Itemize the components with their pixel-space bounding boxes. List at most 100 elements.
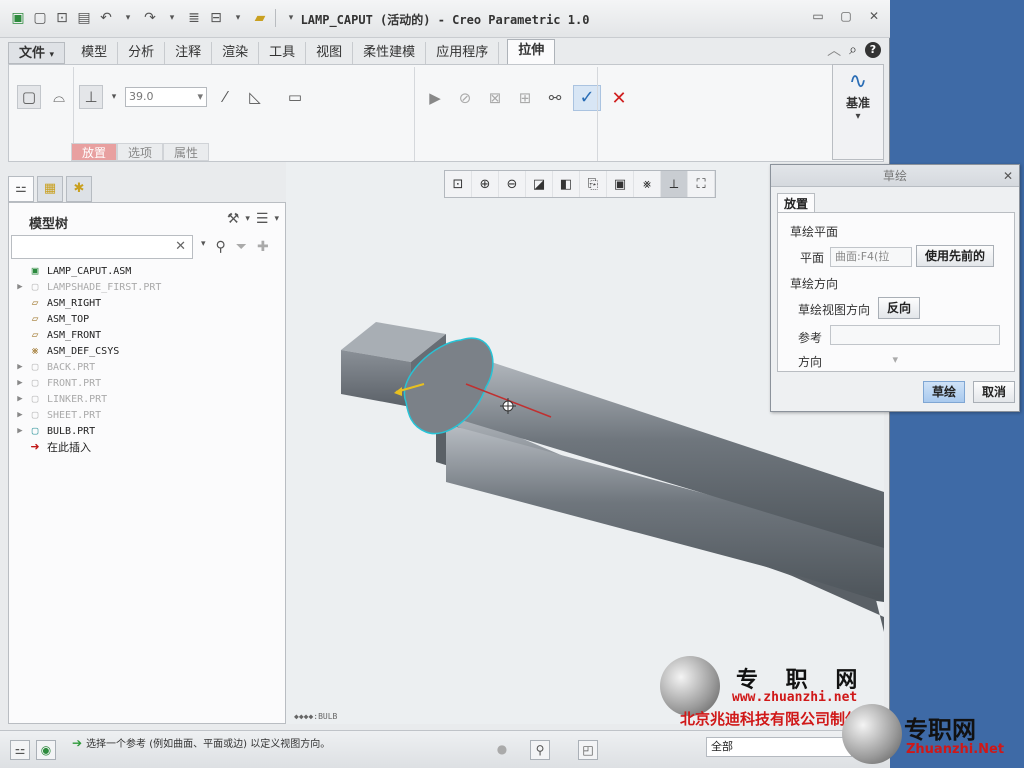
tab-placement[interactable]: 放置 [777, 193, 816, 213]
saved-orientations-icon[interactable]: ⎘ [580, 171, 607, 197]
tab-file[interactable]: 文件 ▾ [8, 42, 66, 64]
tree-filters-icon[interactable]: ☰ [256, 211, 269, 227]
sketch-ok-button[interactable]: 草绘 [923, 381, 966, 403]
subtab-placement[interactable]: 放置 [71, 143, 118, 161]
refit-icon[interactable]: ⊡ [445, 171, 472, 197]
tab-render[interactable]: 渲染 [212, 42, 260, 64]
reference-field[interactable] [830, 325, 1000, 345]
annotation-display-icon[interactable]: ⛶ [688, 171, 715, 197]
cancel-x-icon[interactable]: ✕ [607, 88, 631, 109]
depth-option-icon[interactable]: ⊥ [79, 85, 103, 109]
binoculars-icon[interactable]: ⚲ [216, 239, 226, 255]
orientation-select[interactable]: ▾ [830, 351, 900, 371]
glasses-icon[interactable]: ⚯ [543, 86, 567, 110]
subtab-options[interactable]: 选项 [117, 143, 164, 161]
collapse-ribbon-icon[interactable]: ︿ [827, 40, 841, 60]
display-style-icon[interactable]: ◧ [553, 171, 580, 197]
tree-node-label: ASM_TOP [47, 313, 90, 325]
expand-arrow-icon[interactable]: ▶ [13, 282, 27, 292]
remove-material-icon[interactable]: ◺ [243, 85, 267, 109]
selection-filter-select[interactable]: 全部 [706, 737, 852, 757]
tree-settings-icon[interactable]: ⚒ [227, 211, 240, 227]
datum-button[interactable]: ∿ 基准 ▾ [832, 64, 884, 160]
tree-node[interactable]: ▣ LAMP_CAPUT.ASM [13, 263, 281, 279]
help-icon[interactable]: ? [865, 42, 881, 58]
tree-node[interactable]: ▶ ▢ BACK.PRT [13, 359, 281, 375]
expand-arrow-icon[interactable]: ▶ [13, 378, 27, 388]
tree-node[interactable]: ⨳ ASM_DEF_CSYS [13, 343, 281, 359]
watermark-logo-icon [660, 656, 720, 716]
tab-flexible-modeling[interactable]: 柔性建模 [353, 42, 427, 64]
expand-arrow-icon[interactable]: ▶ [13, 394, 27, 404]
close-icon[interactable]: ✕ [866, 8, 882, 24]
clear-search-icon[interactable]: ✕ [175, 239, 186, 254]
view-toolbar: ⊡ ⊕ ⊖ ◪ ◧ ⎘ ▣ ⨳ ⟂ ⛶ [444, 170, 716, 198]
cancel-button[interactable]: 取消 [973, 381, 1016, 403]
plane-field[interactable]: 曲面:F4(拉 [830, 247, 912, 267]
datum-display-icon[interactable]: ⨳ [634, 171, 661, 197]
repaint-icon[interactable]: ◪ [526, 171, 553, 197]
preview-icon[interactable]: ⊞ [513, 86, 537, 110]
tab-view[interactable]: 视图 [306, 42, 354, 64]
surface-icon[interactable]: ⌓ [47, 85, 71, 109]
model-tree-toggle-icon[interactable]: ⚍ [10, 740, 30, 760]
find-icon[interactable]: ⚲ [530, 740, 550, 760]
zoom-out-icon[interactable]: ⊖ [499, 171, 526, 197]
depth-option-dropdown-icon[interactable]: ▾ [109, 85, 119, 109]
pause-icon[interactable]: ⊘ [453, 86, 477, 110]
thicken-icon[interactable]: ▭ [283, 85, 307, 109]
spin-center-icon[interactable]: ⟂ [661, 171, 688, 197]
tree-node[interactable]: ▶ ▢ FRONT.PRT [13, 375, 281, 391]
use-previous-button[interactable]: 使用先前的 [916, 245, 995, 267]
part-icon: ▢ [31, 280, 39, 293]
watermark-logo-icon [842, 704, 902, 764]
favorites-tab-icon[interactable]: ✱ [66, 176, 92, 202]
browser-toggle-icon[interactable]: ◉ [36, 740, 56, 760]
search-dropdown-icon[interactable]: ▾ [201, 239, 206, 255]
tree-node[interactable]: ▶ ▢ SHEET.PRT [13, 407, 281, 423]
close-icon[interactable]: ✕ [1003, 165, 1013, 187]
tree-node-label: LINKER.PRT [47, 393, 108, 405]
depth-value-field[interactable]: 39.0 [125, 87, 207, 107]
minimize-icon[interactable]: ▭ [810, 8, 826, 24]
expand-arrow-icon[interactable]: ▶ [13, 410, 27, 420]
tab-extrude[interactable]: 拉伸 [507, 39, 556, 64]
verify-icon[interactable]: ⊠ [483, 86, 507, 110]
tree-filters-dropdown-icon[interactable]: ▾ [274, 214, 279, 224]
part-label: ◆◆◆◆:BULB [294, 712, 338, 721]
expand-arrow-icon[interactable]: ▶ [13, 426, 27, 436]
tab-tools[interactable]: 工具 [259, 42, 307, 64]
subtab-properties[interactable]: 属性 [163, 143, 210, 161]
tree-node[interactable]: ▱ ASM_RIGHT [13, 295, 281, 311]
selection-box-icon[interactable]: ◰ [578, 740, 598, 760]
filter-icon[interactable]: ⏷ [236, 239, 247, 255]
tree-node[interactable]: ▱ ASM_TOP [13, 311, 281, 327]
tab-model[interactable]: 模型 [71, 42, 119, 64]
zoom-in-icon[interactable]: ⊕ [472, 171, 499, 197]
tab-file-label: 文件 [19, 46, 46, 61]
tab-annotate[interactable]: 注释 [165, 42, 213, 64]
view-manager-icon[interactable]: ▣ [607, 171, 634, 197]
tree-settings-dropdown-icon[interactable]: ▾ [245, 214, 250, 224]
tab-analysis[interactable]: 分析 [118, 42, 166, 64]
add-icon[interactable]: ✚ [257, 239, 269, 255]
expand-arrow-icon[interactable]: ▶ [13, 362, 27, 372]
tree-node[interactable]: ▶ ▢ LINKER.PRT [13, 391, 281, 407]
orientation-label: 方向 [798, 355, 823, 369]
datum-plane-icon: ▱ [31, 312, 39, 325]
tree-node[interactable]: ▶ ▢ LAMPSHADE_FIRST.PRT [13, 279, 281, 295]
tab-applications[interactable]: 应用程序 [426, 42, 500, 64]
tree-node-label: LAMP_CAPUT.ASM [47, 265, 132, 277]
model-tree-search-input[interactable]: ✕ [11, 235, 193, 259]
tree-node[interactable]: ➜ 在此插入 [13, 439, 281, 455]
play-icon[interactable]: ▶ [423, 86, 447, 110]
flip-direction-icon[interactable]: ⁄ [213, 85, 237, 109]
folder-browser-tab-icon[interactable]: ▦ [37, 176, 63, 202]
solid-icon[interactable]: ▢ [17, 85, 41, 109]
search-icon[interactable]: ⌕ [849, 42, 857, 58]
flip-button[interactable]: 反向 [878, 297, 921, 319]
tree-node[interactable]: ▱ ASM_FRONT [13, 327, 281, 343]
tree-node[interactable]: ▶ ▢ BULB.PRT [13, 423, 281, 439]
model-tree-tab-icon[interactable]: ⚍ [8, 176, 34, 202]
maximize-icon[interactable]: ▢ [838, 8, 854, 24]
